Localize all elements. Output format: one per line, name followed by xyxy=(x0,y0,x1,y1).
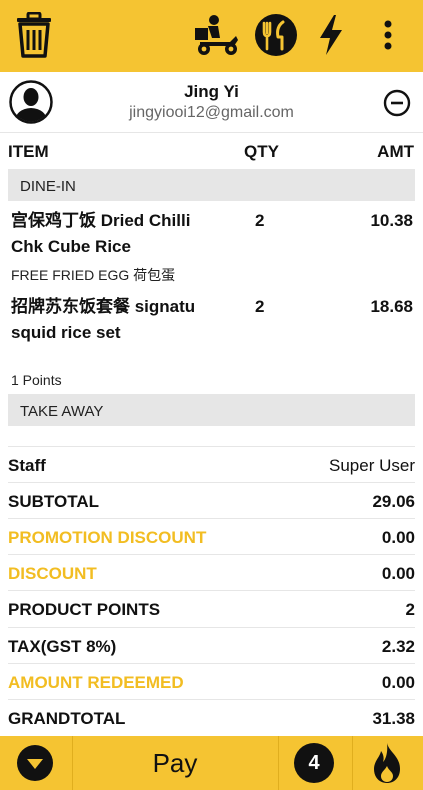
tax-row: TAX(GST 8%) 2.32 xyxy=(8,627,415,664)
grandtotal-value: 31.38 xyxy=(372,709,415,728)
order-item-amount: 18.68 xyxy=(370,297,413,316)
product-points-label: PRODUCT POINTS xyxy=(8,600,161,619)
trash-icon[interactable] xyxy=(14,11,54,63)
order-item-qty: 2 xyxy=(255,211,265,230)
promotion-discount-value: 0.00 xyxy=(381,528,415,547)
amount-redeemed-value: 0.00 xyxy=(381,673,415,692)
promotion-discount-row[interactable]: PROMOTION DISCOUNT 0.00 xyxy=(8,518,415,555)
top-toolbar xyxy=(0,0,423,72)
section-take-away: TAKE AWAY xyxy=(8,394,415,426)
customer-panel: Jing Yi jingyiooi12@gmail.com xyxy=(0,72,423,133)
lightning-icon[interactable] xyxy=(318,14,344,61)
order-item-note: FREE FRIED EGG 荷包蛋 xyxy=(11,267,176,283)
qty-column-header: QTY xyxy=(244,142,279,161)
order-table-header: ITEM QTY AMT xyxy=(0,133,423,167)
order-item-name: 宫保鸡丁饭 Dried Chilli Chk Cube Rice xyxy=(11,211,191,256)
staff-label: Staff xyxy=(8,456,46,475)
item-column-header: ITEM xyxy=(8,142,49,161)
divider xyxy=(278,736,279,790)
subtotal-row: SUBTOTAL 29.06 xyxy=(8,482,415,519)
pay-button[interactable]: Pay xyxy=(72,736,278,790)
amount-redeemed-row[interactable]: AMOUNT REDEEMED 0.00 xyxy=(8,663,415,700)
order-item-amount: 10.38 xyxy=(370,211,413,230)
staff-row: Staff Super User xyxy=(8,446,415,483)
promotion-discount-label: PROMOTION DISCOUNT xyxy=(8,528,207,547)
chevron-down-icon[interactable] xyxy=(16,744,54,787)
subtotal-label: SUBTOTAL xyxy=(8,492,99,511)
remove-customer-icon[interactable] xyxy=(383,89,411,122)
discount-row[interactable]: DISCOUNT 0.00 xyxy=(8,554,415,591)
customer-name: Jing Yi xyxy=(184,82,239,101)
subtotal-value: 29.06 xyxy=(372,492,415,511)
discount-value: 0.00 xyxy=(381,564,415,583)
tax-label: TAX(GST 8%) xyxy=(8,637,117,656)
amount-redeemed-label: AMOUNT REDEEMED xyxy=(8,673,184,692)
order-item-qty: 2 xyxy=(255,297,265,316)
customer-email: jingyiooi12@gmail.com xyxy=(129,104,294,121)
staff-value: Super User xyxy=(329,456,415,475)
grandtotal-row: GRANDTOTAL 31.38 xyxy=(8,699,415,736)
discount-label: DISCOUNT xyxy=(8,564,97,583)
grandtotal-label: GRANDTOTAL xyxy=(8,709,126,728)
product-points-row: PRODUCT POINTS 2 xyxy=(8,590,415,627)
bottom-action-bar: Pay 4 xyxy=(0,736,423,790)
section-dine-in: DINE-IN xyxy=(8,169,415,201)
fire-icon[interactable] xyxy=(370,742,404,789)
amt-column-header: AMT xyxy=(377,142,414,161)
order-item-note: 1 Points xyxy=(11,372,62,388)
product-points-value: 2 xyxy=(405,600,415,619)
order-item-name: 招牌苏东饭套餐 signatu squid rice set xyxy=(11,297,196,342)
item-count-badge[interactable]: 4 xyxy=(294,743,334,783)
divider xyxy=(352,736,353,790)
dine-in-cutlery-icon[interactable] xyxy=(254,13,298,62)
delivery-scooter-icon[interactable] xyxy=(194,14,240,61)
more-vertical-icon[interactable] xyxy=(381,20,395,57)
tax-value: 2.32 xyxy=(381,637,415,656)
